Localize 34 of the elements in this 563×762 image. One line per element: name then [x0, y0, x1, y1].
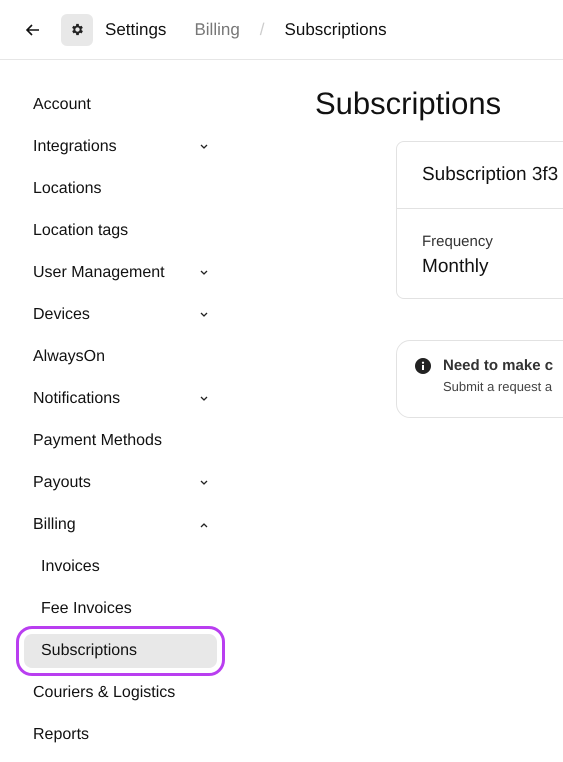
breadcrumb-link[interactable]: Billing	[194, 20, 240, 40]
breadcrumb-separator: /	[260, 20, 265, 40]
chevron-icon	[200, 522, 208, 528]
gear-icon	[61, 14, 93, 46]
sidebar-item[interactable]: Locations	[24, 172, 217, 206]
chevron-icon	[200, 144, 208, 150]
subscription-name: Subscription 3f3	[422, 164, 558, 186]
breadcrumb-link[interactable]: Subscriptions	[284, 20, 387, 40]
sidebar-item[interactable]: Reports	[24, 718, 217, 752]
field-value: Monthly	[422, 256, 490, 278]
chevron-icon	[200, 480, 208, 486]
sidebar-item[interactable]: Location tags	[24, 214, 217, 248]
chevron-icon	[200, 312, 208, 318]
sidebar-item[interactable]: Payouts	[24, 466, 217, 500]
info-icon	[415, 358, 431, 374]
header-title: Settings	[105, 20, 166, 40]
notice-text: Submit a request a	[443, 379, 554, 394]
sidebar-item[interactable]: Couriers & Logistics	[24, 676, 217, 710]
chevron-icon	[200, 396, 208, 402]
notice-title: Need to make c	[443, 357, 554, 374]
field-label: Frequency	[422, 233, 494, 250]
sidebar-item[interactable]: Billing	[24, 508, 217, 542]
sidebar-item[interactable]: Notifications	[24, 382, 217, 416]
sidebar-item[interactable]: Integrations	[24, 130, 217, 164]
chevron-icon	[200, 270, 208, 276]
page-title: Subscriptions	[315, 86, 502, 122]
sidebar-item[interactable]: Invoices	[24, 550, 217, 584]
sidebar-item[interactable]: Devices	[24, 298, 217, 332]
sidebar-item[interactable]: AlwaysOn	[24, 340, 217, 374]
sidebar-item[interactable]: Subscriptions	[24, 634, 217, 668]
sidebar-item[interactable]: Account	[24, 88, 217, 122]
sidebar-item[interactable]: Fee Invoices	[24, 592, 217, 626]
sidebar-item[interactable]: User Management	[24, 256, 217, 290]
sidebar-item[interactable]: Payment Methods	[24, 424, 217, 458]
